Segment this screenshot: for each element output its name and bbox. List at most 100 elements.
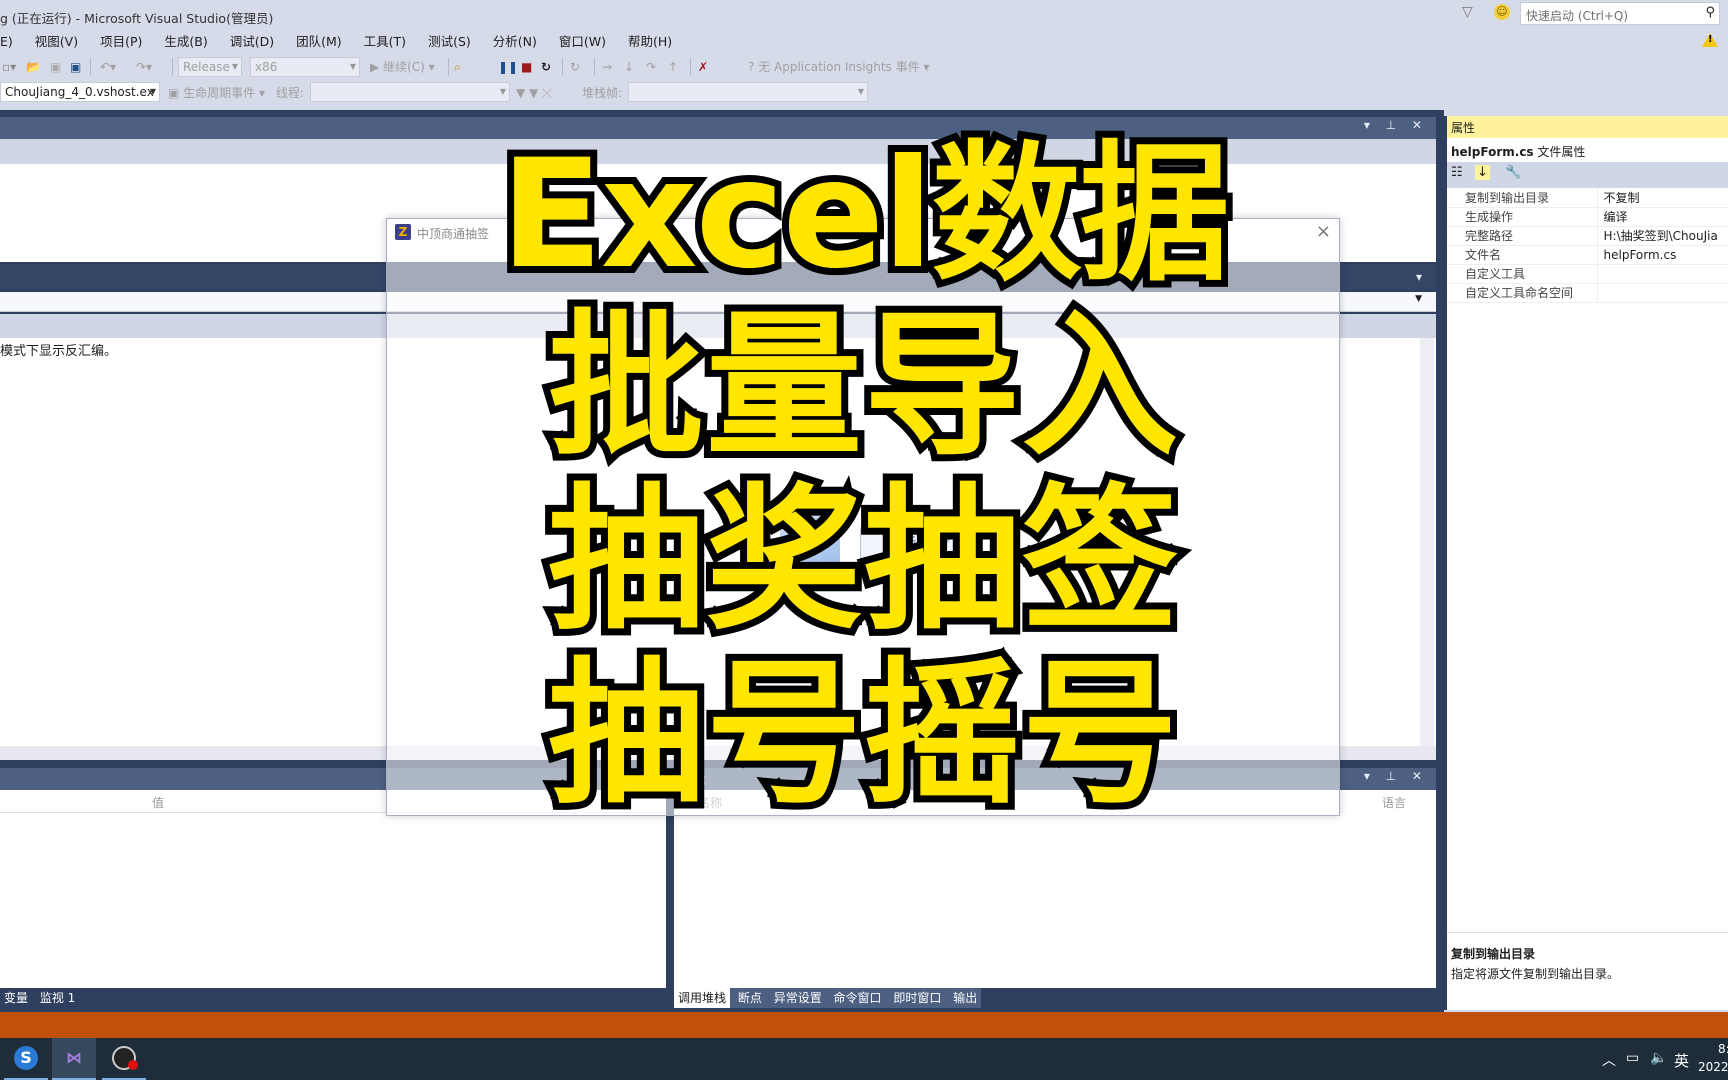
save-icon[interactable]: ▣: [50, 54, 61, 80]
feedback-filter-icon[interactable]: ▽: [1462, 4, 1473, 20]
property-key: 自定义工具: [1447, 264, 1598, 284]
menu-bar: E) 视图(V) 项目(P) 生成(B) 调试(D) 团队(M) 工具(T) 测…: [0, 32, 681, 52]
tab-exception-settings[interactable]: 异常设置: [770, 988, 826, 1008]
property-value[interactable]: 不复制: [1597, 188, 1728, 208]
quick-launch-input[interactable]: 快速启动 (Ctrl+Q) ⚲: [1520, 2, 1720, 25]
step-into-icon[interactable]: →: [602, 54, 612, 80]
breakpoints-icon[interactable]: ✗: [698, 54, 708, 80]
open-folder-icon[interactable]: 📂: [26, 54, 41, 80]
taskbar: S ⋈ ︿ ▭ 🔈 英 8: 2022-: [0, 1038, 1728, 1080]
menu-build[interactable]: 生成(B): [151, 32, 216, 52]
property-row[interactable]: 自定义工具: [1447, 264, 1728, 284]
property-row[interactable]: 复制到输出目录 不复制: [1447, 188, 1728, 208]
undo-icon[interactable]: ↶▾: [100, 54, 116, 80]
toolbar-divider: [690, 58, 691, 76]
pause-icon[interactable]: ❚❚: [498, 54, 518, 80]
property-pages-icon[interactable]: 🔧: [1505, 165, 1521, 180]
property-value[interactable]: [1597, 283, 1728, 303]
search-icon[interactable]: ⚲: [1705, 5, 1715, 20]
property-row[interactable]: 文件名 helpForm.cs: [1447, 245, 1728, 265]
property-key: 完整路径: [1447, 226, 1598, 246]
menu-help[interactable]: 帮助(H): [615, 32, 681, 52]
volume-icon[interactable]: 🔈: [1650, 1050, 1667, 1066]
alphabetical-icon[interactable]: ↓: [1475, 165, 1490, 180]
pane-controls[interactable]: ▾ ⊥ ✕: [1364, 118, 1428, 132]
property-row[interactable]: 生成操作 编译: [1447, 207, 1728, 227]
editor-scrollbar[interactable]: [1420, 338, 1434, 746]
stop-icon[interactable]: ■: [521, 54, 532, 80]
save-all-icon[interactable]: ▣: [70, 54, 81, 80]
insights-button[interactable]: ? 无 Application Insights 事件 ▾: [748, 54, 929, 80]
visual-studio-icon: ⋈: [66, 1048, 82, 1067]
tab-call-stack[interactable]: 调用堆栈: [674, 988, 731, 1008]
property-value[interactable]: 编译: [1597, 207, 1728, 227]
step-out-icon[interactable]: ↑: [668, 54, 678, 80]
close-icon[interactable]: ×: [1316, 221, 1331, 242]
properties-object[interactable]: helpForm.cs 文件属性: [1447, 138, 1728, 162]
tab-command-window[interactable]: 命令窗口: [830, 988, 886, 1008]
config-value: Release: [183, 60, 230, 74]
menu-view[interactable]: 视图(V): [22, 32, 87, 52]
show-hidden-icons-icon[interactable]: ︿: [1602, 1050, 1616, 1070]
menu-test[interactable]: 测试(S): [415, 32, 480, 52]
property-row[interactable]: 完整路径 H:\抽奖签到\ChouJia: [1447, 226, 1728, 246]
find-icon[interactable]: ⌕: [454, 54, 461, 80]
menu-window[interactable]: 窗口(W): [546, 32, 615, 52]
new-item-icon[interactable]: ▫▾: [2, 54, 16, 80]
thread-label: 线程:: [276, 86, 305, 100]
value-column-header[interactable]: 值: [152, 794, 164, 811]
lifecycle-events-button[interactable]: ▣ 生命周期事件 ▾: [168, 80, 265, 106]
property-row[interactable]: 自定义工具命名空间: [1447, 283, 1728, 303]
app-dialog: Z 中顶商通抽签 ×: [386, 218, 1340, 816]
menu-edit[interactable]: E): [0, 32, 22, 52]
tab-breakpoints[interactable]: 断点: [734, 988, 766, 1008]
tab-immediate-window[interactable]: 即时窗口: [889, 988, 945, 1008]
menu-project[interactable]: 项目(P): [87, 32, 151, 52]
locals-pane-body: 值: [0, 790, 666, 988]
recording-indicator: [128, 1060, 138, 1070]
stackframe-select[interactable]: ▼: [628, 82, 868, 102]
clock-time[interactable]: 8:: [1718, 1042, 1728, 1056]
categorized-icon[interactable]: ☷: [1451, 165, 1463, 180]
platform-value: x86: [255, 60, 278, 74]
login-illustration: [780, 510, 840, 580]
tab-locals[interactable]: 变量: [0, 988, 32, 1008]
thread-select[interactable]: ▼: [310, 82, 510, 102]
menu-team[interactable]: 团队(M): [283, 32, 351, 52]
process-select[interactable]: ChouJiang_4_0.vshost.ex ▼: [0, 82, 160, 102]
title-bar: g (正在运行) - Microsoft Visual Studio(管理员) …: [0, 0, 1728, 32]
property-value[interactable]: [1597, 264, 1728, 284]
editor-pane-dropdown[interactable]: ▾: [1416, 270, 1428, 284]
menu-tools[interactable]: 工具(T): [351, 32, 415, 52]
restart-icon[interactable]: ↻: [541, 54, 551, 80]
language-column-header[interactable]: 语言: [1382, 794, 1406, 811]
redo-icon[interactable]: ↷▾: [136, 54, 152, 80]
taskbar-app-visual-studio[interactable]: ⋈: [52, 1038, 96, 1080]
taskbar-app-obs[interactable]: [102, 1038, 146, 1080]
chevron-down-icon[interactable]: ▼: [1415, 294, 1422, 304]
property-value[interactable]: H:\抽奖签到\ChouJia: [1597, 226, 1728, 246]
pane-controls[interactable]: ▾ ⊥ ✕: [1364, 769, 1428, 783]
feedback-smile-icon[interactable]: ☺: [1494, 4, 1510, 20]
taskbar-app-sogou[interactable]: S: [4, 1038, 48, 1080]
menu-analyze[interactable]: 分析(N): [480, 32, 546, 52]
warning-icon[interactable]: [1702, 33, 1718, 47]
continue-button[interactable]: ▶ 继续(C) ▾: [370, 54, 435, 80]
property-value[interactable]: helpForm.cs: [1597, 245, 1728, 265]
tab-output[interactable]: 输出: [949, 988, 981, 1008]
login-password-label[interactable]: 登陆口令: [860, 526, 980, 560]
tab-watch1[interactable]: 监视 1: [36, 988, 79, 1008]
properties-title: 属性: [1447, 116, 1728, 138]
platform-select[interactable]: x86 ▼: [250, 57, 360, 77]
step-over-alt-icon[interactable]: ↷: [646, 54, 656, 80]
locals-tabs: 变量 监视 1: [0, 988, 79, 1008]
ime-indicator[interactable]: 英: [1674, 1050, 1689, 1071]
show-next-statement-icon[interactable]: ↻: [570, 54, 580, 80]
thread-filter-icons[interactable]: ▼ ▼ ⤫: [516, 80, 552, 106]
config-select[interactable]: Release ▼: [178, 57, 242, 77]
menu-debug[interactable]: 调试(D): [217, 32, 283, 52]
property-key: 自定义工具命名空间: [1447, 283, 1598, 303]
network-icon[interactable]: ▭: [1626, 1050, 1639, 1066]
clock-date[interactable]: 2022-: [1698, 1060, 1728, 1074]
step-over-icon[interactable]: ↓: [624, 54, 634, 80]
